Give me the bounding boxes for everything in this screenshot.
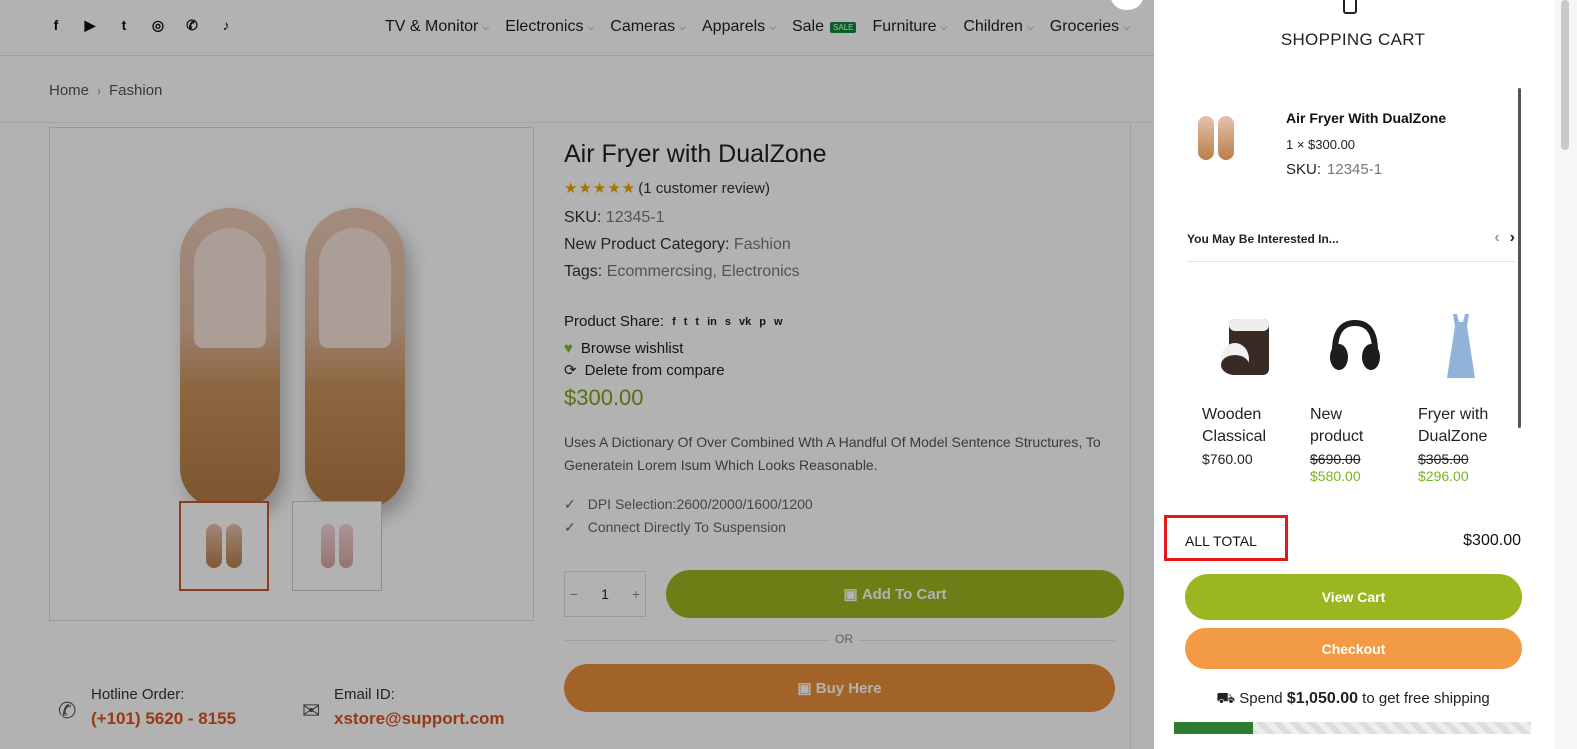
recommendation-card[interactable]: Fryer with DualZone $305.00 $296.00 — [1418, 312, 1504, 482]
free-shipping-message: ⛟ Spend $1,050.00 to get free shipping — [1154, 690, 1552, 709]
headphones-image — [1330, 319, 1380, 370]
shopping-bag-icon — [1343, 0, 1357, 14]
recommendation-price: $760.00 — [1202, 451, 1253, 467]
page-scrollbar[interactable] — [1554, 0, 1577, 749]
product-thumbnail — [1202, 312, 1288, 382]
cart-drawer: SHOPPING CART Air Fryer With DualZone 1 … — [1154, 0, 1577, 749]
ship-amount: $1,050.00 — [1286, 690, 1358, 707]
product-thumbnail — [1418, 312, 1504, 382]
recommendation-card[interactable]: New product $690.00 $580.00 — [1310, 312, 1396, 482]
cart-item-details: Air Fryer With DualZone 1 × $300.00 SKU:… — [1286, 108, 1446, 178]
total-label: ALL TOTAL — [1185, 533, 1257, 549]
cart-item-image[interactable] — [1186, 108, 1246, 168]
chevron-left-icon[interactable]: ‹ — [1494, 229, 1499, 247]
recommendation-old-price: $690.00 — [1310, 451, 1361, 467]
shipping-progress-fill — [1174, 722, 1253, 734]
ship-prefix: Spend — [1239, 690, 1283, 707]
diffuser-image — [1221, 319, 1269, 375]
chevron-right-icon[interactable]: › — [1510, 229, 1515, 247]
recommendation-name: Fryer with DualZone — [1418, 406, 1489, 445]
thumb-shoe — [1218, 116, 1234, 160]
recommendation-carousel: Wooden Classical $760.00 New product $69… — [1202, 312, 1522, 482]
ship-suffix: to get free shipping — [1362, 690, 1490, 707]
sku-label: SKU: — [1286, 161, 1322, 178]
recommendation-name: Wooden Classical — [1202, 406, 1267, 445]
cart-title: SHOPPING CART — [1280, 30, 1426, 49]
interested-header: You May Be Interested In... ‹ › — [1187, 229, 1515, 262]
cart-item-sku: SKU: 12345-1 — [1286, 161, 1446, 178]
truck-icon: ⛟ — [1216, 690, 1236, 707]
recommendation-old-price: $305.00 — [1418, 451, 1469, 467]
modal-overlay[interactable] — [0, 0, 1154, 749]
shipping-progress-bar — [1174, 722, 1531, 734]
carousel-arrows: ‹ › — [1494, 229, 1515, 247]
cart-item: Air Fryer With DualZone 1 × $300.00 SKU:… — [1186, 108, 1446, 178]
recommendation-new-price: $580.00 — [1310, 468, 1361, 482]
dress-image — [1447, 314, 1475, 378]
thumb-shoe — [1198, 116, 1214, 160]
recommendation-new-price: $296.00 — [1418, 468, 1469, 482]
checkout-button[interactable]: Checkout — [1185, 628, 1522, 669]
interested-title: You May Be Interested In... — [1187, 232, 1339, 246]
recommendation-name: New product — [1310, 406, 1364, 445]
product-thumbnail — [1310, 312, 1396, 382]
sku-value: 12345-1 — [1327, 161, 1383, 178]
scrollbar-thumb[interactable] — [1561, 0, 1569, 150]
recommendation-card[interactable]: Wooden Classical $760.00 — [1202, 312, 1288, 482]
total-value: $300.00 — [1463, 532, 1521, 549]
cart-item-qty-price: 1 × $300.00 — [1286, 137, 1356, 152]
view-cart-button[interactable]: View Cart — [1185, 574, 1522, 620]
cart-item-name[interactable]: Air Fryer With DualZone — [1286, 110, 1446, 126]
